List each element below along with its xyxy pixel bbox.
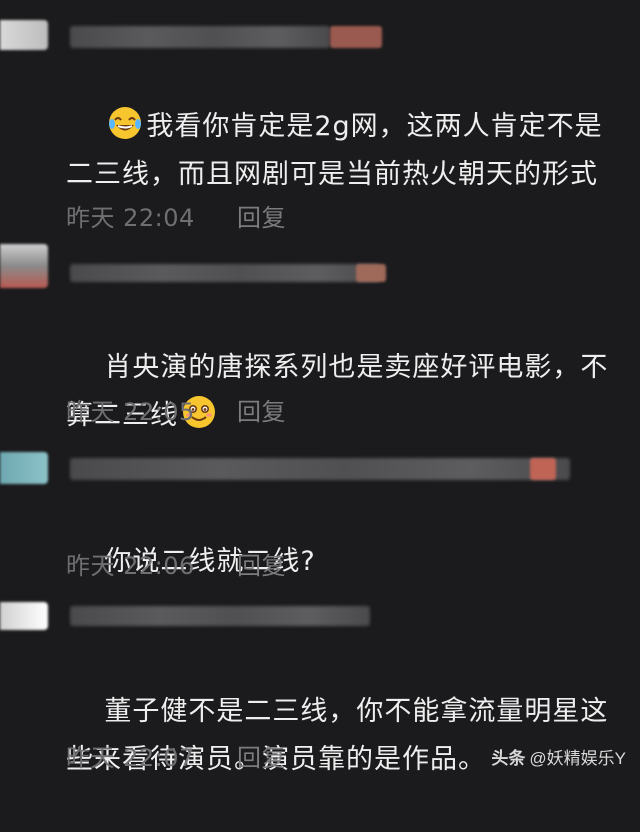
reply-button[interactable]: 回复 xyxy=(237,552,286,580)
username-blurred[interactable] xyxy=(70,458,570,480)
comment-time: 22:04 xyxy=(123,204,195,232)
comment-text: 董子健不是二三线，你不能拿流量明星这些来看待演员。演员靠的是作品。 xyxy=(66,640,626,832)
comment-meta: 昨天 22:04 回复 xyxy=(66,198,286,233)
avatar[interactable] xyxy=(0,20,48,50)
comment-meta: 昨天 22:05 回复 xyxy=(66,392,286,427)
comment-date: 昨天 xyxy=(66,552,115,580)
username-blurred xyxy=(330,26,382,48)
reply-button[interactable]: 回复 xyxy=(237,744,286,772)
comment-time: 22:06 xyxy=(123,552,195,580)
username-blurred xyxy=(530,458,556,480)
comment-date: 昨天 xyxy=(66,744,115,772)
username-blurred[interactable] xyxy=(70,264,380,282)
avatar[interactable] xyxy=(0,452,48,484)
comment-body: 我看你肯定是2g网，这两人肯定不是二三线，而且网剧可是当前热火朝天的形式 xyxy=(66,111,603,190)
avatar[interactable] xyxy=(0,602,48,630)
username-blurred[interactable] xyxy=(70,26,330,48)
comment-meta: 昨天 22:06 回复 xyxy=(66,546,286,581)
watermark-handle: @妖精娱乐Y xyxy=(529,749,626,768)
reply-button[interactable]: 回复 xyxy=(237,398,286,426)
comment-time: 22:07 xyxy=(123,744,195,772)
username-blurred[interactable] xyxy=(70,606,370,626)
comment-meta: 昨天 22:07 回复 xyxy=(66,738,286,773)
comment-time: 22:05 xyxy=(123,398,195,426)
avatar[interactable] xyxy=(0,244,48,288)
watermark-brand: 头条 xyxy=(491,749,526,768)
watermark: 头条 @妖精娱乐Y xyxy=(491,744,626,769)
username-blurred xyxy=(356,264,386,282)
reply-button[interactable]: 回复 xyxy=(237,204,286,232)
laughing-tears-emoji xyxy=(109,107,142,139)
comment-date: 昨天 xyxy=(66,398,115,426)
comment-date: 昨天 xyxy=(66,204,115,232)
